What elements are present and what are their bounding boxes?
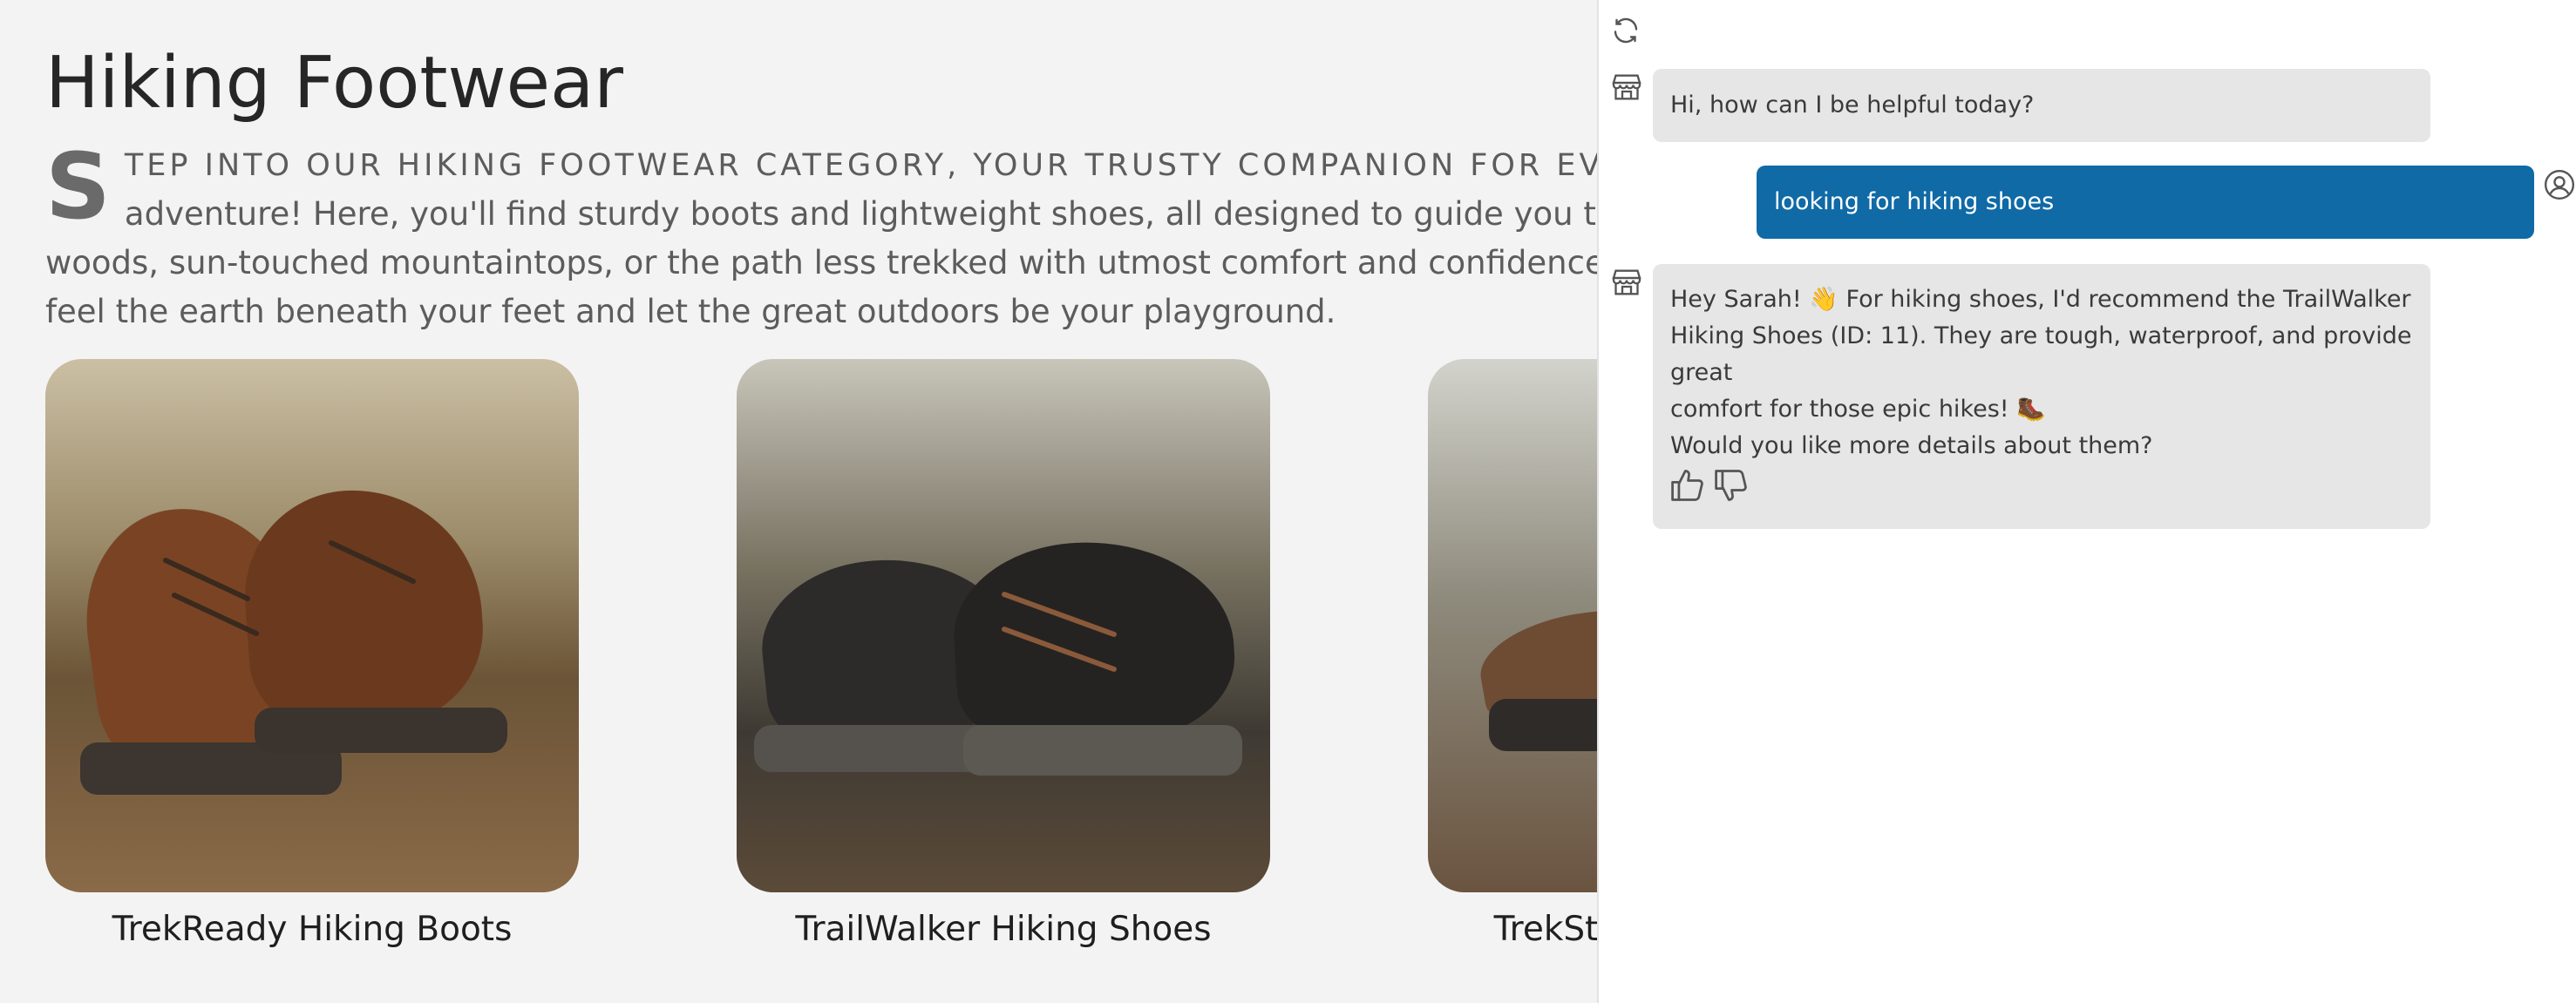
intro-line: adventure! Here, you'll find sturdy boot…	[124, 195, 1597, 233]
message-text: Would you like more details about them?	[1670, 432, 2153, 459]
product-image[interactable]	[45, 359, 579, 892]
store-icon	[1609, 70, 1644, 105]
assistant-message: Hi, how can I be helpful today?	[1653, 69, 2430, 142]
assistant-message: Hey Sarah! 👋 For hiking shoes, I'd recom…	[1653, 264, 2430, 529]
product-image[interactable]	[737, 359, 1270, 892]
message-text: Hi, how can I be helpful today?	[1670, 91, 2035, 119]
feedback-buttons	[1669, 466, 1750, 505]
product-card[interactable]: TrekStar Hiking Sandals	[1428, 359, 1597, 949]
user-message: looking for hiking shoes	[1757, 166, 2534, 239]
category-intro: S TEP INTO OUR HIKING FOOTWEAR CATEGORY,…	[45, 141, 1597, 336]
message-text: Hey Sarah! 👋 For hiking shoes, I'd recom…	[1670, 286, 2411, 313]
product-image[interactable]	[1428, 359, 1597, 892]
thumbs-down-icon[interactable]	[1712, 466, 1750, 505]
message-text: looking for hiking shoes	[1774, 188, 2055, 215]
message-text: Hiking Shoes (ID: 11). They are tough, w…	[1670, 322, 2412, 386]
product-card[interactable]: TrailWalker Hiking Shoes	[737, 359, 1270, 949]
refresh-icon[interactable]	[1610, 15, 1641, 46]
product-name[interactable]: TrekStar Hiking Sandals	[1428, 910, 1597, 949]
product-card[interactable]: TrekReady Hiking Boots	[45, 359, 579, 949]
product-name[interactable]: TrailWalker Hiking Shoes	[737, 910, 1270, 949]
chat-panel: Hi, how can I be helpful today? looking …	[1597, 0, 2576, 1003]
message-text: comfort for those epic hikes! 🥾	[1670, 396, 2046, 423]
intro-dropcap: S	[45, 133, 111, 240]
intro-line: woods, sun-touched mountaintops, or the …	[45, 244, 1597, 281]
thumbs-up-icon[interactable]	[1669, 466, 1707, 505]
intro-line: TEP INTO OUR HIKING FOOTWEAR CATEGORY, Y…	[124, 148, 1597, 183]
store-icon	[1609, 265, 1644, 300]
intro-line: feel the earth beneath your feet and let…	[45, 293, 1336, 330]
catalog-page: Hiking Footwear S TEP INTO OUR HIKING FO…	[0, 0, 1597, 1003]
product-name[interactable]: TrekReady Hiking Boots	[45, 910, 579, 949]
page-title: Hiking Footwear	[45, 42, 624, 125]
user-circle-icon	[2543, 168, 2576, 201]
